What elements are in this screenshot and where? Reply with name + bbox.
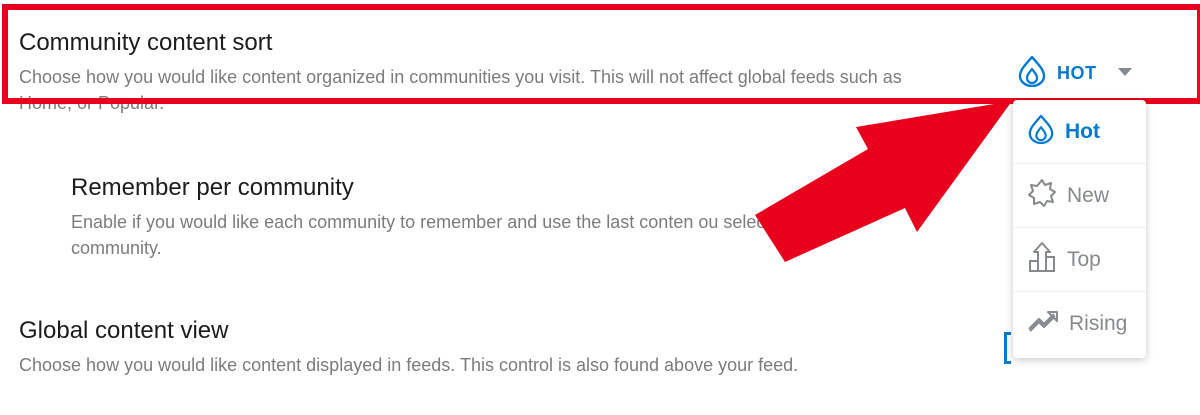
sort-selected-label: HOT <box>1057 62 1097 83</box>
sort-dropdown-menu: Hot New Top Rising <box>1013 100 1146 358</box>
sort-option-rising[interactable]: Rising <box>1013 292 1146 356</box>
burst-icon <box>1027 178 1057 214</box>
global-content-view-title: Global content view <box>19 317 229 344</box>
rising-icon <box>1027 309 1059 339</box>
sort-option-label: New <box>1067 183 1110 207</box>
global-content-view-setting: Global content view Choose how you would… <box>19 316 929 378</box>
global-content-view-description: Choose how you would like content displa… <box>19 355 799 375</box>
remember-per-community-setting: Remember per community Enable if you wou… <box>71 173 931 261</box>
view-mode-button[interactable] <box>1004 332 1011 364</box>
remember-per-community-title: Remember per community <box>71 174 354 201</box>
top-chart-icon <box>1027 241 1057 279</box>
sort-option-top[interactable]: Top <box>1013 228 1146 292</box>
sort-option-hot[interactable]: Hot <box>1013 100 1146 164</box>
sort-option-new[interactable]: New <box>1013 164 1146 228</box>
flame-icon <box>1027 114 1055 150</box>
sort-option-label: Top <box>1067 247 1101 271</box>
sort-option-label: Rising <box>1069 312 1128 335</box>
caret-down-icon <box>1117 64 1133 82</box>
flame-icon <box>1017 55 1047 92</box>
sort-dropdown-button[interactable]: HOT <box>1017 55 1133 91</box>
remember-per-community-description: Enable if you would like each community … <box>71 212 852 258</box>
sort-option-label: Hot <box>1065 119 1100 143</box>
